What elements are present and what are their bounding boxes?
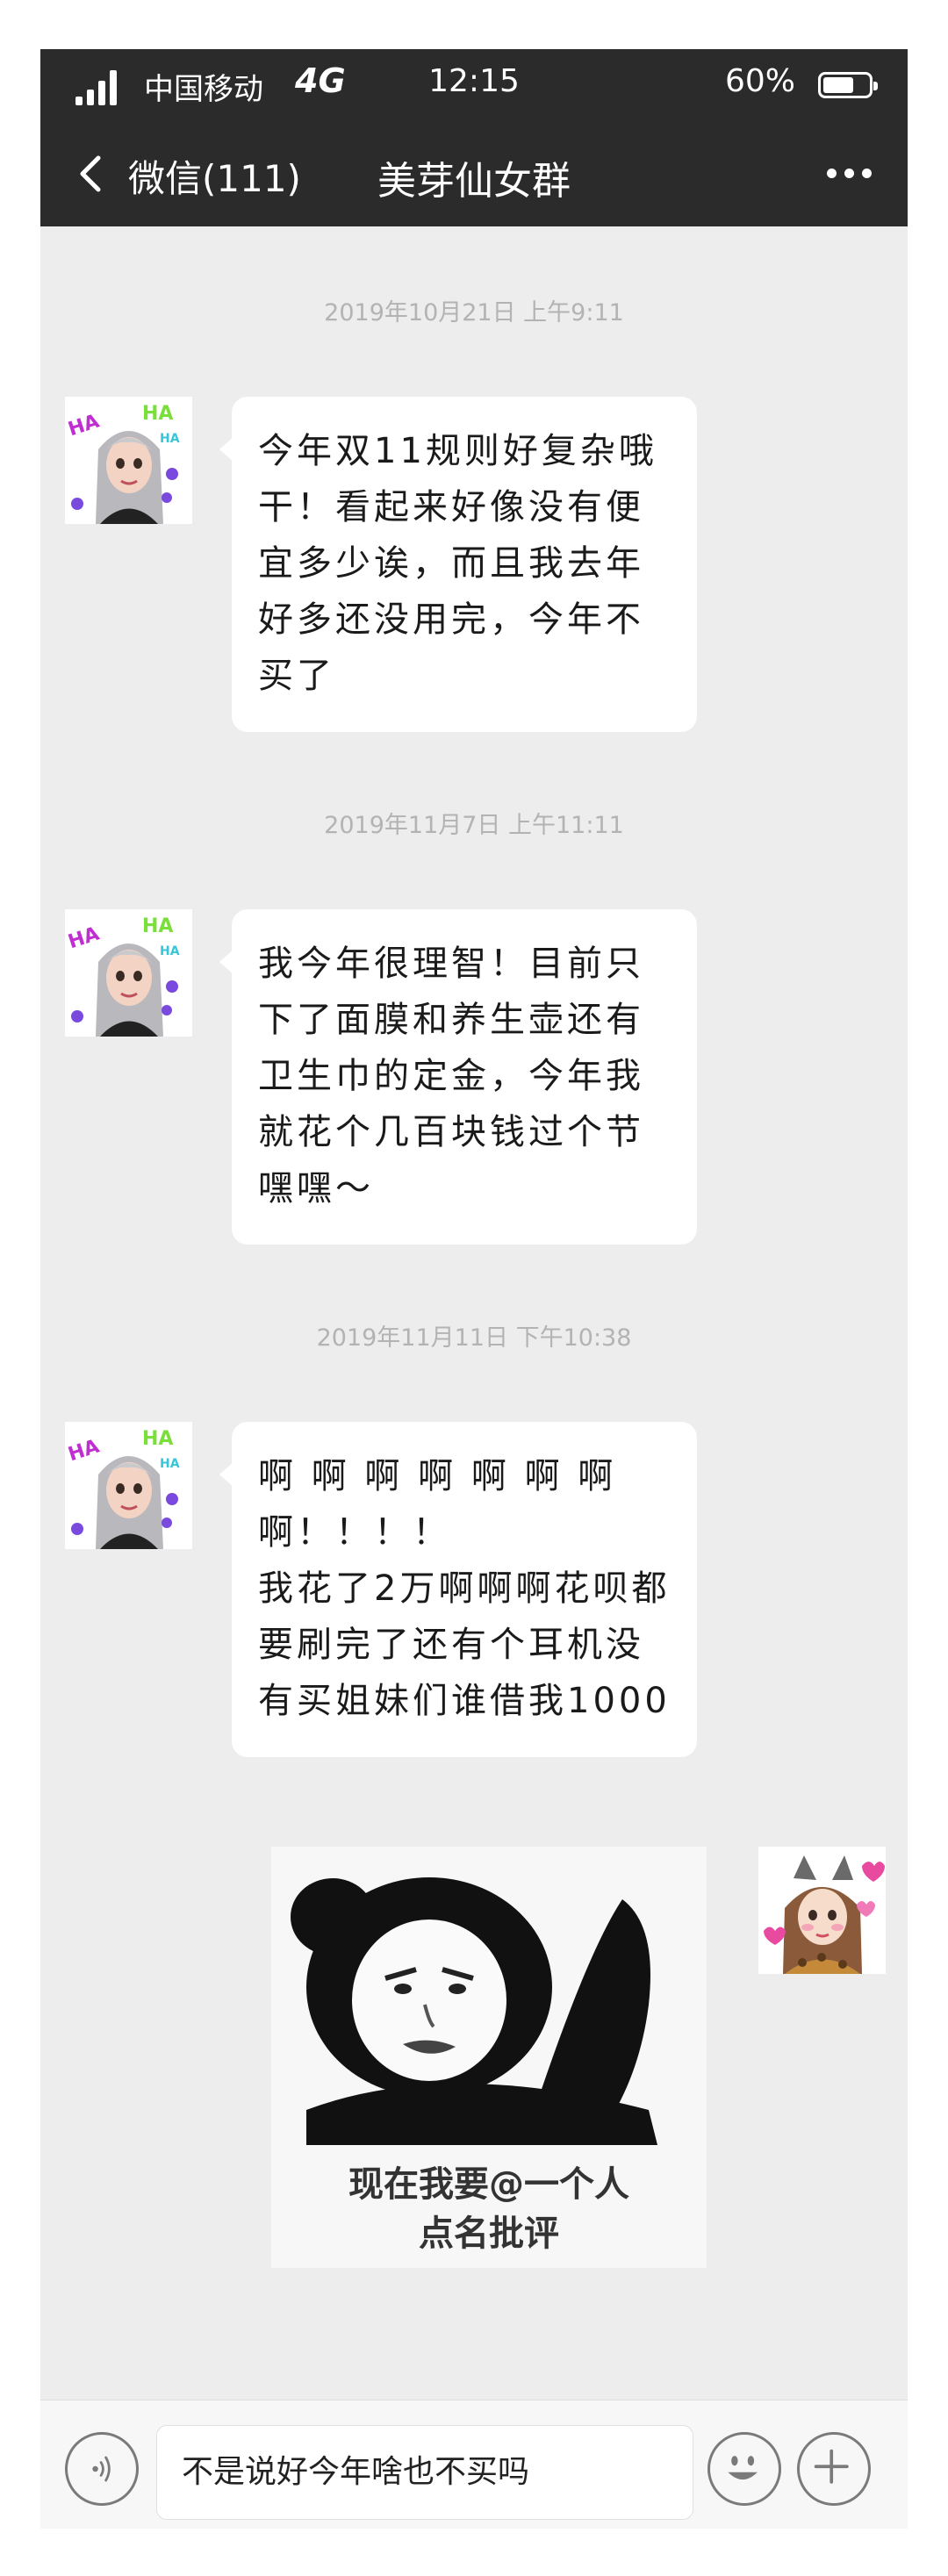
svg-text:HA: HA — [142, 403, 173, 425]
message-timestamp: 2019年11月11日 下午10:38 — [316, 1324, 632, 1352]
sticker-image[interactable]: 现在我要@一个人 点名批评 — [271, 1847, 707, 2268]
message-timestamp: 2019年11月7日 上午11:11 — [324, 812, 624, 839]
message-timestamp: 2019年10月21日 上午9:11 — [324, 299, 624, 326]
nav-bar: 微信(111) 美芽仙女群 — [40, 123, 908, 226]
battery-percent: 60% — [724, 63, 795, 99]
avatar[interactable]: HA HA HA — [65, 397, 192, 524]
svg-text:HA: HA — [160, 944, 180, 958]
wechat-chat-screen: 中国移动 4G 12:15 60% 微信(111) 美芽仙女群 2019年10月… — [40, 49, 908, 2529]
meme-caption-line2: 点名批评 — [419, 2214, 559, 2254]
avatar[interactable]: HA HA HA — [65, 909, 192, 1037]
message-bubble[interactable]: 今年双11规则好复杂哦干！看起来好像没有便宜多少诶，而且我去年好多还没用完，今年… — [219, 397, 697, 732]
message-bubble[interactable]: 啊 啊 啊 啊 啊 啊 啊 啊！！！！ 我花了2万啊啊啊花呗都要刷完了还有个耳机… — [219, 1422, 697, 1757]
voice-button[interactable] — [65, 2432, 139, 2506]
avatar-image — [758, 1847, 886, 1974]
input-bar: 不是说好今年啥也不买吗 — [40, 2400, 908, 2529]
svg-text:HA: HA — [160, 1457, 180, 1471]
emoji-button[interactable] — [707, 2432, 781, 2506]
more-icon[interactable] — [823, 156, 876, 191]
svg-text:HA: HA — [160, 432, 180, 446]
plus-icon — [814, 2449, 849, 2484]
avatar[interactable]: HA HA HA — [65, 1422, 192, 1549]
message-bubble[interactable]: 我今年很理智！目前只下了面膜和养生壶还有卫生巾的定金，今年我就花个几百块钱过个节… — [219, 909, 697, 1245]
smiley-icon — [728, 2456, 758, 2480]
meme-caption-line1: 现在我要@一个人 — [348, 2164, 629, 2205]
avatar-image: HA HA HA — [65, 397, 192, 524]
voice-icon — [92, 2456, 111, 2482]
message-input[interactable]: 不是说好今年啥也不买吗 — [156, 2425, 693, 2520]
chat-title: 美芽仙女群 — [377, 159, 571, 204]
avatar-image: HA HA HA — [65, 1422, 192, 1549]
avatar-image: HA HA HA — [65, 909, 192, 1037]
status-bar: 中国移动 4G 12:15 60% — [40, 49, 908, 123]
battery-icon — [818, 72, 878, 98]
more-functions-button[interactable] — [797, 2432, 871, 2506]
svg-text:HA: HA — [142, 1428, 173, 1450]
svg-text:HA: HA — [142, 915, 173, 937]
my-avatar[interactable] — [758, 1847, 886, 1974]
